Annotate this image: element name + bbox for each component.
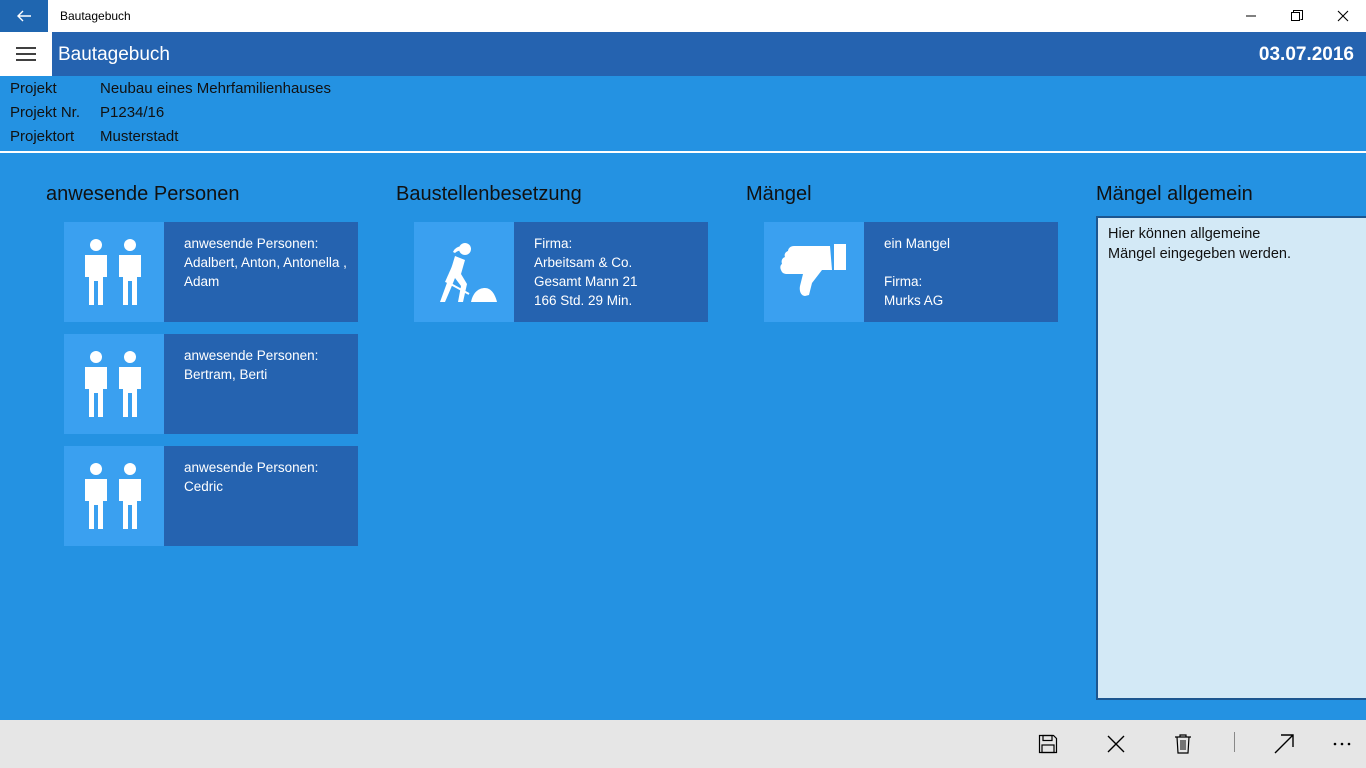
tile-line: Firma: [884,274,923,289]
tile-heading: anwesende Personen: [184,460,319,475]
share-button[interactable] [1260,720,1308,768]
close-window-button[interactable] [1320,0,1366,32]
command-separator [1234,732,1235,752]
section-title-maengel: Mängel [746,183,812,205]
delete-icon [1175,734,1191,754]
textarea-line: Hier können allgemeine [1108,226,1261,242]
maengel-tile[interactable]: ein Mangel Firma: Murks AG [764,222,1058,322]
section-title-personen: anwesende Personen [46,183,240,205]
command-bar [0,720,1366,768]
persons-icon [64,446,164,546]
share-arrow-icon [1274,734,1294,754]
save-button[interactable] [1024,720,1072,768]
window-titlebar: Bautagebuch [0,0,1366,32]
project-number-value: P1234/16 [100,104,165,121]
personen-tile[interactable]: anwesende Personen: Cedric [64,446,358,546]
tile-text: anwesende Personen: Bertram, Berti [184,346,356,384]
section-title-besetzung: Baustellenbesetzung [396,183,582,205]
section-title-maengel-allgemein: Mängel allgemein [1096,183,1253,205]
save-icon [1038,734,1058,754]
tile-text: Firma: Arbeitsam & Co. Gesamt Mann 21 16… [534,234,706,310]
minimize-icon [1246,15,1256,17]
tile-line: Murks AG [884,293,944,308]
tile-text: anwesende Personen: Adalbert, Anton, Ant… [184,234,356,291]
restore-icon [1291,10,1303,21]
close-icon [1337,10,1349,22]
tile-line [884,253,1056,272]
arrow-left-icon [17,10,31,22]
menu-button[interactable] [0,32,52,76]
personen-tile[interactable]: anwesende Personen: Adalbert, Anton, Ant… [64,222,358,322]
besetzung-tile[interactable]: Firma: Arbeitsam & Co. Gesamt Mann 21 16… [414,222,708,322]
maengel-allgemein-textarea[interactable]: Hier können allgemeine Mängel eingegeben… [1096,216,1366,700]
tile-text: anwesende Personen: Cedric [184,458,356,496]
page-title: Bautagebuch [58,44,170,65]
construction-worker-icon [414,222,514,322]
divider [0,151,1366,153]
back-button[interactable] [0,0,48,32]
tile-heading: anwesende Personen: [184,236,319,251]
tile-line: Gesamt Mann 21 [534,274,638,289]
tile-line: Bertram, Berti [184,367,268,382]
project-number-label: Projekt Nr. [10,104,81,121]
textarea-line: Mängel eingegeben werden. [1108,246,1291,262]
project-label: Projekt [10,80,57,97]
personen-tile[interactable]: anwesende Personen: Bertram, Berti [64,334,358,434]
project-number-row: Projekt Nr. P1234/16 [10,104,164,121]
persons-icon [64,334,164,434]
restore-button[interactable] [1274,0,1320,32]
tile-line: Cedric [184,479,224,494]
tile-line: Arbeitsam & Co. [534,255,633,270]
tile-line: Adalbert, Anton, Antonella , [184,255,347,270]
more-icon [1333,742,1351,746]
hamburger-icon [16,47,36,61]
tile-line: Adam [184,274,220,289]
thumbs-down-icon [764,222,864,322]
project-location-value: Musterstadt [100,128,179,145]
tile-text: ein Mangel Firma: Murks AG [884,234,1056,310]
date-label: 03.07.2016 [1258,44,1354,65]
minimize-button[interactable] [1228,0,1274,32]
more-button[interactable] [1318,720,1366,768]
app-header: Bautagebuch 03.07.2016 [0,32,1366,76]
tile-line: ein Mangel [884,236,951,251]
close-icon [1107,735,1125,753]
project-row: Projekt Neubau eines Mehrfamilienhauses [10,80,331,97]
cancel-button[interactable] [1092,720,1140,768]
tile-line: 166 Std. 29 Min. [534,293,633,308]
window-title: Bautagebuch [60,9,131,23]
persons-icon [64,222,164,322]
project-location-row: Projektort Musterstadt [10,128,178,145]
tile-line: Firma: [534,236,573,251]
tile-heading: anwesende Personen: [184,348,319,363]
delete-button[interactable] [1159,720,1207,768]
project-location-label: Projektort [10,128,75,145]
project-value: Neubau eines Mehrfamilienhauses [100,80,331,97]
